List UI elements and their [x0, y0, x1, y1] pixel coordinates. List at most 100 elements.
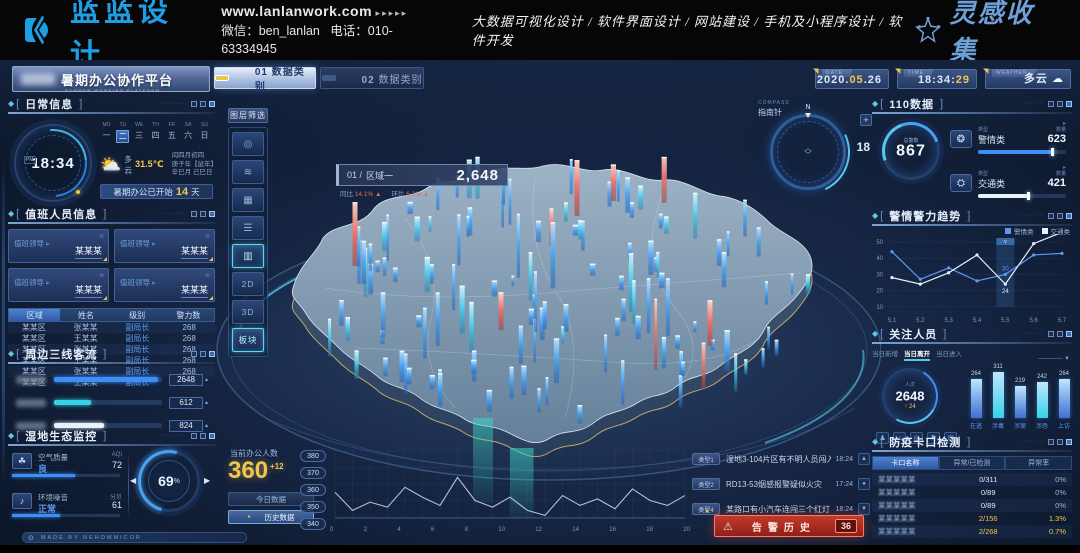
- card-close-icon[interactable]: ··· ⊗: [197, 272, 210, 279]
- signal-icon[interactable]: ≋: [232, 160, 264, 184]
- focus-bar: 264在逃: [968, 356, 984, 430]
- trend-line-chart[interactable]: 5040302010˅30245.15.25.35.45.55.65.7: [872, 234, 1070, 326]
- svg-text:50: 50: [876, 240, 883, 246]
- layer-button-3D[interactable]: 3D: [232, 300, 264, 324]
- focus-tab[interactable]: 当日进入: [936, 348, 962, 361]
- weather-row: ⛅ 多云 31.5℃ 闰四月初四庚子年【鼠年】辛巳月 己巳日: [100, 152, 213, 178]
- window-controls[interactable]: [191, 351, 215, 357]
- card-close-icon[interactable]: ··· ⊗: [91, 233, 104, 240]
- svg-text:5.5: 5.5: [1001, 318, 1010, 324]
- website-link[interactable]: www.lanlanwork.com: [221, 3, 372, 19]
- flow-row: 612▴: [8, 395, 215, 410]
- platform-title: 暑期办公协作平台: [61, 70, 173, 89]
- gauge-left-arrow[interactable]: ◀: [130, 476, 136, 485]
- layer-button-2D[interactable]: 2D: [232, 272, 264, 296]
- checkpoint-tab[interactable]: 异常率: [1005, 456, 1072, 470]
- y-axis-box: 380: [300, 450, 326, 462]
- grid-icon[interactable]: ▦: [232, 188, 264, 212]
- card-close-icon[interactable]: ··· ⊗: [197, 233, 210, 240]
- blurred-logo: [21, 73, 55, 85]
- restore-icon: [1057, 213, 1063, 219]
- weekday-cell[interactable]: TH四: [149, 122, 162, 143]
- window-controls[interactable]: [1048, 439, 1072, 445]
- office-line-chart[interactable]: [330, 446, 690, 526]
- zoom-in-button[interactable]: +: [860, 114, 872, 126]
- checkpoint-row[interactable]: 某某某某某2/2680.7%: [872, 525, 1072, 538]
- panel-title: 警情警力趋势: [889, 208, 961, 224]
- checkpoint-row[interactable]: 某某某某某0/890%: [872, 499, 1072, 512]
- checkpoint-row[interactable]: 某某某某某0/890%: [872, 486, 1072, 499]
- window-controls[interactable]: [191, 101, 215, 107]
- duty-leader-card[interactable]: 值班领导··· ⊗某某某: [114, 268, 215, 302]
- compass-center-icon: ︿﹀: [805, 145, 812, 159]
- y-axis-box: 370: [300, 467, 326, 479]
- focus-bar-chart: 264在逃311涉毒219涉案242涉恐264上访: [968, 356, 1072, 430]
- focus-tab[interactable]: 当日新增: [872, 348, 898, 361]
- checkpoint-row[interactable]: 某某某某某2/1561.3%: [872, 512, 1072, 525]
- weekday-cell[interactable]: MO一: [100, 122, 113, 143]
- camera-icon[interactable]: ◎: [232, 132, 264, 156]
- focus-tab[interactable]: 当日离开: [904, 348, 930, 361]
- restore-icon: [200, 351, 206, 357]
- weekday-row[interactable]: MO一TU二 WE三TH四FR五 SA六SU日: [100, 122, 211, 143]
- expand-icon: [209, 101, 215, 107]
- card-close-icon[interactable]: ··· ⊗: [91, 272, 104, 279]
- left-edge-decoration: [2, 160, 5, 485]
- scroll-up-button[interactable]: ▲: [858, 453, 870, 465]
- duty-leader-card[interactable]: 值班领导··· ⊗某某某: [8, 268, 109, 302]
- tab-data-category-01[interactable]: 01 数据类别: [214, 67, 316, 89]
- layer-button-板块[interactable]: 板块: [232, 328, 264, 352]
- alert-row[interactable]: 类型2RD13-53烟感报警疑似火灾17:24●: [692, 475, 870, 493]
- barchart-icon[interactable]: ▥: [232, 244, 264, 268]
- blurred-label: [16, 399, 46, 407]
- scroll-dot[interactable]: ●: [858, 478, 870, 490]
- cloud-icon: ☁: [1052, 73, 1064, 85]
- spark-icon: [914, 15, 942, 45]
- lanlan-logo-icon: [22, 10, 62, 50]
- window-controls[interactable]: [1048, 213, 1072, 219]
- checkpoint-tab[interactable]: 异常/已检测: [939, 456, 1006, 470]
- table-row[interactable]: 某某区张某某副局长268: [8, 322, 215, 333]
- alert-history-button[interactable]: ● ⚠ 告警历史 36: [714, 515, 864, 537]
- weekday-cell[interactable]: SU日: [198, 122, 211, 143]
- checkpoint-tab[interactable]: 卡口名称: [872, 456, 939, 470]
- leaf-icon: ☘: [12, 453, 32, 469]
- layer-filter-title: 图层筛选: [228, 108, 268, 123]
- window-controls[interactable]: [1048, 101, 1072, 107]
- alert-row[interactable]: 类型1湿地3-104片区有不明人员闯入18:24▲: [692, 450, 870, 468]
- alarm-type-row: ⛭类型交通类数量421▸: [950, 170, 1066, 210]
- analog-clock: 18:34 PM: [14, 124, 92, 202]
- panel-title: 关注人员: [889, 326, 937, 342]
- duty-table-header: 区域姓名级别警力数: [8, 308, 215, 322]
- table-row[interactable]: 某某区王某某副局长268: [8, 333, 215, 344]
- window-controls[interactable]: [191, 433, 215, 439]
- weekday-cell[interactable]: FR五: [165, 122, 178, 143]
- svg-text:5.6: 5.6: [1029, 318, 1038, 324]
- list-icon[interactable]: ☰: [232, 216, 264, 240]
- weekday-cell[interactable]: TU二: [116, 122, 129, 143]
- tab-data-category-02[interactable]: 02 数据类别: [320, 67, 424, 89]
- north-needle-icon: [805, 113, 811, 118]
- gauge-right-arrow[interactable]: ▶: [204, 476, 210, 485]
- weekday-cell[interactable]: WE三: [133, 122, 146, 143]
- duty-leader-card[interactable]: 值班领导··· ⊗某某某: [114, 229, 215, 263]
- restore-icon: [200, 433, 206, 439]
- platform-title-plate: 暑期办公协作平台 SUMMER WORKING PLATFORM: [12, 66, 210, 92]
- minimize-icon: [1048, 101, 1054, 107]
- focus-count-gauge: 人次 2648 ↑ 24: [882, 368, 938, 424]
- scroll-down-button[interactable]: ▼: [858, 503, 870, 515]
- platform-subtitle: SUMMER WORKING PLATFORM: [65, 88, 161, 93]
- window-controls[interactable]: [1048, 331, 1072, 337]
- panel-wetland-eco: ◆[湿地生态监控] ······· ☘空气质量·········良AQI72♪环…: [8, 428, 215, 528]
- total-alarm-gauge: 总警数 867: [882, 122, 940, 180]
- weekday-cell[interactable]: SA六: [182, 122, 195, 143]
- traffic-icon: ⛭: [950, 174, 972, 192]
- focus-bar: 264上访: [1056, 356, 1072, 430]
- expand-icon: [1066, 101, 1072, 107]
- duty-leader-card[interactable]: 值班领导··· ⊗某某某: [8, 229, 109, 263]
- svg-text:30: 30: [876, 272, 883, 278]
- svg-text:5.3: 5.3: [944, 318, 953, 324]
- checkpoint-row[interactable]: 某某某某某0/3110%: [872, 473, 1072, 486]
- window-controls[interactable]: [191, 211, 215, 217]
- svg-text:30: 30: [1002, 266, 1009, 272]
